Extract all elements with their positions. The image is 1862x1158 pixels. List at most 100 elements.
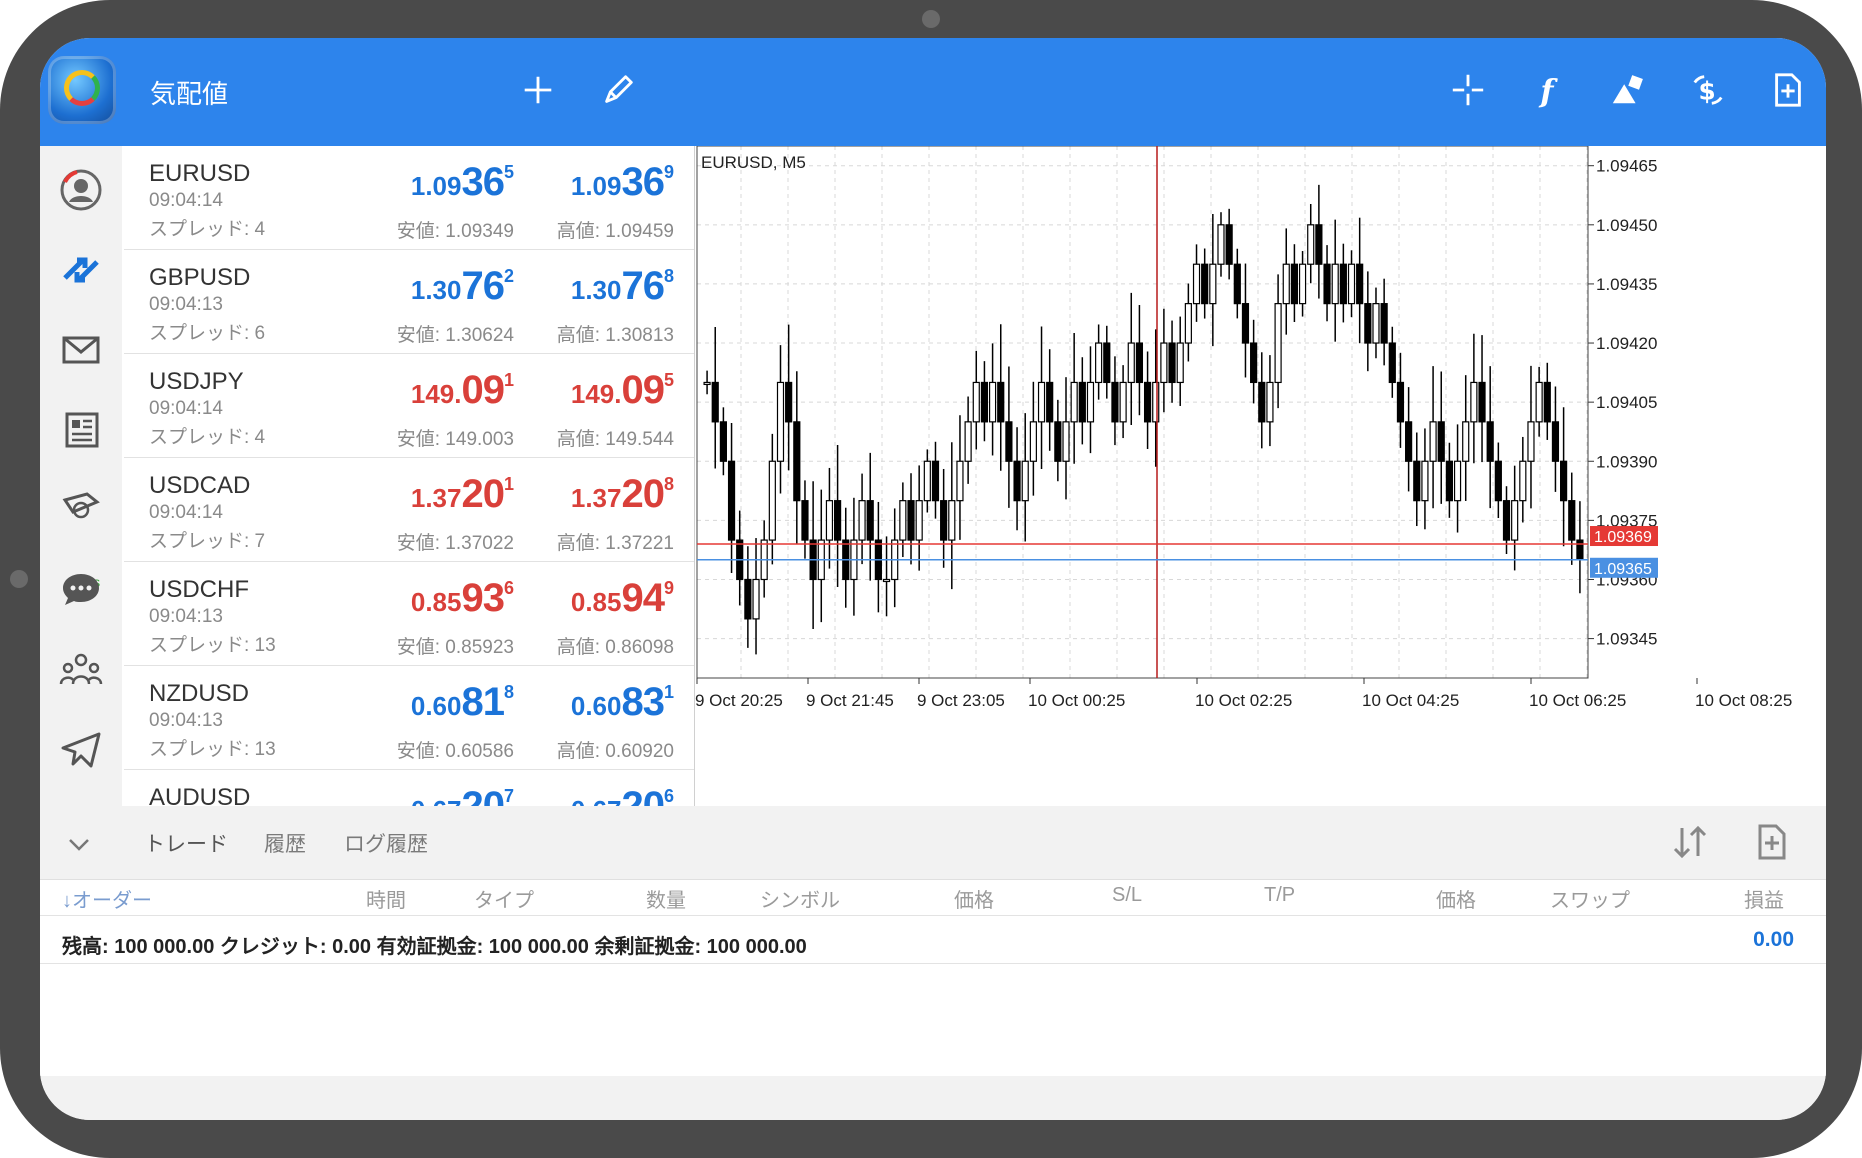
- candle-body: [1478, 381, 1486, 423]
- candle-body: [1462, 421, 1470, 462]
- quote-row-usdjpy[interactable]: USDJPY 09:04:14 スプレッド: 4 149.091 149.095 安値: …: [124, 354, 694, 458]
- column-type[interactable]: タイプ: [474, 884, 534, 913]
- bid-price[interactable]: 0.85936: [344, 576, 514, 621]
- ask-price[interactable]: 1.09369: [504, 160, 674, 205]
- dollar-cycle-icon[interactable]: $: [1680, 62, 1736, 118]
- bid-price[interactable]: 149.091: [344, 368, 514, 413]
- bid-price-pips: 76: [461, 264, 504, 308]
- candle-body: [1290, 263, 1299, 305]
- quote-spread: スプレッド: 13: [149, 635, 276, 656]
- quote-row-gbpusd[interactable]: GBPUSD 09:04:13 スプレッド: 6 1.30762 1.30768 安値: …: [124, 250, 694, 354]
- edit-pencil-icon[interactable]: [590, 62, 646, 118]
- ads-icon[interactable]: [51, 480, 111, 540]
- quote-symbol: EURUSD: [149, 160, 251, 187]
- bid-price[interactable]: 1.30762: [344, 264, 514, 309]
- quote-spread: スプレッド: 7: [149, 531, 266, 552]
- candle-body: [899, 500, 907, 541]
- ask-price-prefix: 0.60: [570, 691, 622, 721]
- candle-body: [1307, 224, 1315, 265]
- crosshair-icon[interactable]: [1440, 62, 1496, 118]
- quote-row-eurusd[interactable]: EURUSD 09:04:14 スプレッド: 4 1.09365 1.09369 安値: …: [124, 146, 694, 250]
- news-icon[interactable]: [51, 400, 111, 460]
- column-volume[interactable]: 数量: [646, 884, 686, 913]
- x-tick-label: 10 Oct 04:25: [1362, 691, 1459, 710]
- quote-row-usdchf[interactable]: USDCHF 09:04:13 スプレッド: 13 0.85936 0.85949 安値:…: [124, 562, 694, 666]
- candle-body: [785, 381, 793, 423]
- nav-sidebar: Ads: [40, 146, 122, 806]
- candle-body: [1160, 342, 1168, 384]
- chat-icon[interactable]: [51, 560, 111, 620]
- bid-price[interactable]: 0.67207: [344, 784, 514, 806]
- column-swap[interactable]: スワップ: [1550, 884, 1630, 913]
- bid-price[interactable]: 1.37201: [344, 472, 514, 517]
- objects-icon[interactable]: [1600, 62, 1656, 118]
- candle-body: [858, 500, 866, 541]
- candle-body: [1217, 224, 1225, 265]
- bid-price-pips: 36: [461, 160, 504, 204]
- candle-body: [1233, 263, 1241, 305]
- column-symbol[interactable]: シンボル: [760, 884, 840, 913]
- candle-body: [972, 381, 980, 423]
- app-logo-icon[interactable]: [48, 56, 116, 124]
- ask-price-fraction: 9: [663, 578, 674, 598]
- quote-row-audusd[interactable]: AUDUSD0.672070.67206: [124, 770, 694, 806]
- tab-journal[interactable]: ログ履歴: [344, 828, 428, 858]
- quote-high: 高値: 1.09459: [556, 221, 674, 242]
- ask-price-prefix: 0.67: [571, 795, 622, 806]
- y-tick-label: 1.09390: [1596, 452, 1657, 471]
- candle-body: [1250, 342, 1258, 384]
- account-icon[interactable]: [51, 160, 111, 220]
- mail-icon[interactable]: [51, 320, 111, 380]
- quote-time: 09:04:14: [149, 190, 223, 211]
- add-icon[interactable]: [510, 62, 566, 118]
- telegram-icon[interactable]: [51, 720, 111, 780]
- bid-price-pips: 09: [461, 368, 504, 412]
- ask-price[interactable]: 0.60831: [504, 680, 674, 725]
- tab-history[interactable]: 履歴: [264, 828, 306, 858]
- bid-price-pips: 93: [461, 576, 504, 620]
- column-price[interactable]: 価格: [954, 884, 994, 913]
- price-chart[interactable]: 1.09465 1.09450 1.09435 1.09420 1.09405 1.093…: [694, 146, 1826, 806]
- candle-body: [752, 578, 760, 620]
- bid-price[interactable]: 0.60818: [344, 680, 514, 725]
- quote-row-nzdusd[interactable]: NZDUSD 09:04:13 スプレッド: 13 0.60818 0.60831 安値:…: [124, 666, 694, 770]
- new-order-icon[interactable]: [1760, 62, 1816, 118]
- x-tick-label: 9 Oct 20:25: [695, 691, 783, 710]
- new-order-icon[interactable]: [1752, 822, 1796, 866]
- column-tp[interactable]: T/P: [1264, 884, 1295, 907]
- candle-body: [711, 381, 719, 423]
- chevron-down-icon[interactable]: [64, 830, 94, 860]
- bid-price[interactable]: 1.09365: [344, 160, 514, 205]
- indicator-f-icon[interactable]: f: [1520, 62, 1576, 118]
- candle-body: [1095, 342, 1103, 384]
- candle-body: [1135, 342, 1144, 384]
- x-tick-label: 10 Oct 02:25: [1195, 691, 1292, 710]
- candle-body: [1331, 263, 1339, 305]
- quote-low: 安値: 149.003: [396, 429, 514, 450]
- candle-body: [1266, 381, 1274, 423]
- ask-price[interactable]: 0.67206: [504, 784, 674, 806]
- ask-price[interactable]: 1.30768: [504, 264, 674, 309]
- candle-body: [1405, 421, 1413, 462]
- candle-body: [1005, 421, 1013, 462]
- ask-price[interactable]: 149.095: [504, 368, 674, 413]
- column-order[interactable]: ↓オーダー: [62, 884, 152, 913]
- ask-price[interactable]: 1.37208: [504, 472, 674, 517]
- bid-price-prefix: 0.85: [410, 587, 462, 617]
- bid-price-pips: 20: [461, 784, 504, 806]
- trade-arrows-icon[interactable]: [51, 240, 111, 300]
- candle-body: [1560, 460, 1568, 502]
- sort-icon[interactable]: [1670, 822, 1714, 866]
- column-profit[interactable]: 損益: [1744, 884, 1784, 913]
- column-current-price[interactable]: 価格: [1436, 884, 1476, 913]
- community-icon[interactable]: [51, 640, 111, 700]
- chart-canvas[interactable]: 1.09465 1.09450 1.09435 1.09420 1.09405 1.093…: [695, 146, 1826, 806]
- x-tick-label: 10 Oct 00:25: [1028, 691, 1125, 710]
- quote-time: 09:04:13: [149, 294, 223, 315]
- column-time[interactable]: 時間: [366, 884, 406, 913]
- ask-price[interactable]: 0.85949: [504, 576, 674, 621]
- tab-trade[interactable]: トレード: [144, 828, 228, 858]
- column-sl[interactable]: S/L: [1112, 884, 1142, 907]
- quote-row-usdcad[interactable]: USDCAD 09:04:14 スプレッド: 7 1.37201 1.37208 安値: …: [124, 458, 694, 562]
- ask-price-fraction: 1: [663, 682, 674, 702]
